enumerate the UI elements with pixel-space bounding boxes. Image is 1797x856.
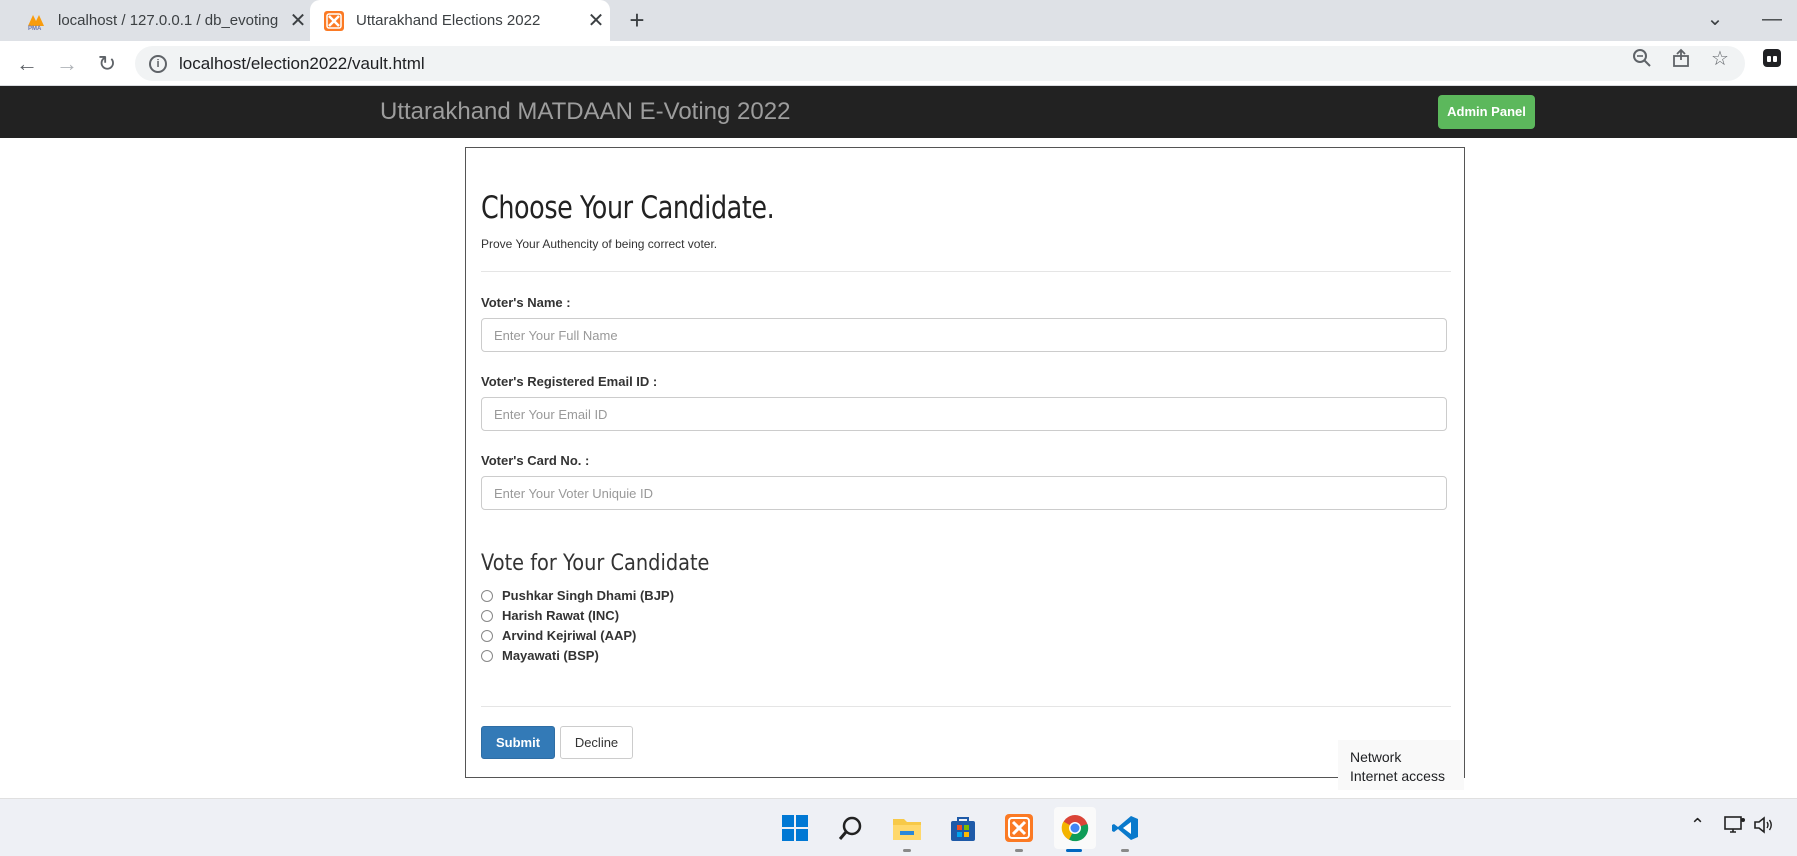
network-tooltip: Network Internet access	[1338, 740, 1464, 790]
network-icon[interactable]	[1724, 815, 1746, 840]
vscode-icon[interactable]	[1108, 811, 1142, 845]
chrome-icon[interactable]	[1054, 807, 1096, 849]
candidate-label: Harish Rawat (INC)	[502, 608, 620, 623]
radio-button[interactable]	[481, 589, 493, 602]
taskbar: ⌃	[0, 798, 1797, 856]
candidate-option-inc[interactable]: Harish Rawat (INC)	[481, 608, 619, 623]
bookmark-star-icon[interactable]: ☆	[1711, 46, 1729, 71]
close-icon[interactable]: ✕	[284, 8, 312, 33]
tab-phpmyadmin[interactable]: PMA localhost / 127.0.0.1 / db_evoting ✕	[12, 0, 312, 41]
share-icon[interactable]	[1671, 48, 1691, 73]
site-brand[interactable]: Uttarakhand MATDAAN E-Voting 2022	[380, 98, 790, 126]
new-tab-icon[interactable]: +	[622, 5, 652, 35]
tab-title: Uttarakhand Elections 2022	[356, 12, 541, 29]
minimize-icon[interactable]: —	[1757, 4, 1787, 34]
forward-arrow-icon[interactable]: →	[52, 49, 82, 79]
candidate-option-bsp[interactable]: Mayawati (BSP)	[481, 648, 599, 663]
candidate-label: Pushkar Singh Dhami (BJP)	[502, 588, 674, 603]
browser-toolbar: ← → ↻ i localhost/election2022/vault.htm…	[0, 41, 1797, 86]
active-indicator	[1066, 849, 1082, 852]
url-text: localhost/election2022/vault.html	[179, 53, 425, 73]
page-title: Choose Your Candidate.	[481, 190, 775, 226]
xampp-icon	[324, 10, 344, 31]
voter-email-input[interactable]	[481, 397, 1447, 431]
svg-text:PMA: PMA	[28, 26, 42, 30]
close-icon[interactable]: ✕	[582, 8, 610, 33]
candidate-option-bjp[interactable]: Pushkar Singh Dhami (BJP)	[481, 588, 674, 603]
tab-elections[interactable]: Uttarakhand Elections 2022 ✕	[310, 0, 610, 41]
radio-button[interactable]	[481, 629, 493, 642]
reload-icon[interactable]: ↻	[92, 49, 122, 79]
xampp-icon[interactable]	[1002, 811, 1036, 845]
page-subtitle: Prove Your Authencity of being correct v…	[481, 237, 718, 251]
show-hidden-icons-chevron-icon[interactable]: ⌃	[1690, 815, 1705, 836]
radio-button[interactable]	[481, 609, 493, 622]
decline-button[interactable]: Decline	[560, 726, 633, 759]
running-indicator	[1121, 849, 1129, 852]
microsoft-store-icon[interactable]	[946, 811, 980, 845]
running-indicator	[903, 849, 911, 852]
search-icon[interactable]	[834, 811, 868, 845]
voter-name-label: Voter's Name :	[481, 295, 571, 310]
address-bar[interactable]: i localhost/election2022/vault.html	[135, 46, 1745, 81]
voter-card-label: Voter's Card No. :	[481, 453, 590, 468]
radio-button[interactable]	[481, 649, 493, 662]
vote-heading: Vote for Your Candidate	[481, 551, 710, 576]
voting-form-panel: Choose Your Candidate. Prove Your Authen…	[465, 147, 1465, 778]
submit-button[interactable]: Submit	[481, 726, 555, 759]
info-icon[interactable]: i	[149, 54, 167, 73]
running-indicator	[1015, 849, 1023, 852]
site-navbar: Uttarakhand MATDAAN E-Voting 2022 Admin …	[0, 86, 1797, 138]
browser-tab-strip: PMA localhost / 127.0.0.1 / db_evoting ✕…	[0, 0, 1797, 41]
admin-panel-button[interactable]: Admin Panel	[1438, 95, 1535, 129]
divider	[481, 271, 1451, 272]
tab-title: localhost / 127.0.0.1 / db_evoting	[58, 12, 279, 29]
divider	[481, 706, 1451, 707]
voter-name-input[interactable]	[481, 318, 1447, 352]
tab-search-chevron-icon[interactable]: ⌄	[1700, 4, 1730, 34]
windows-start-icon[interactable]	[778, 811, 812, 845]
tooltip-line: Network	[1350, 749, 1402, 765]
zoom-icon[interactable]	[1632, 48, 1652, 73]
volume-icon[interactable]	[1753, 815, 1775, 840]
phpmyadmin-icon: PMA	[26, 11, 46, 31]
back-arrow-icon[interactable]: ←	[12, 49, 42, 79]
candidate-option-aap[interactable]: Arvind Kejriwal (AAP)	[481, 628, 636, 643]
file-explorer-icon[interactable]	[890, 811, 924, 845]
voter-email-label: Voter's Registered Email ID :	[481, 374, 658, 389]
tooltip-line: Internet access	[1350, 768, 1445, 784]
candidate-label: Arvind Kejriwal (AAP)	[502, 628, 637, 643]
profile-icon[interactable]	[1762, 48, 1782, 73]
candidate-label: Mayawati (BSP)	[502, 648, 599, 663]
voter-card-input[interactable]	[481, 476, 1447, 510]
